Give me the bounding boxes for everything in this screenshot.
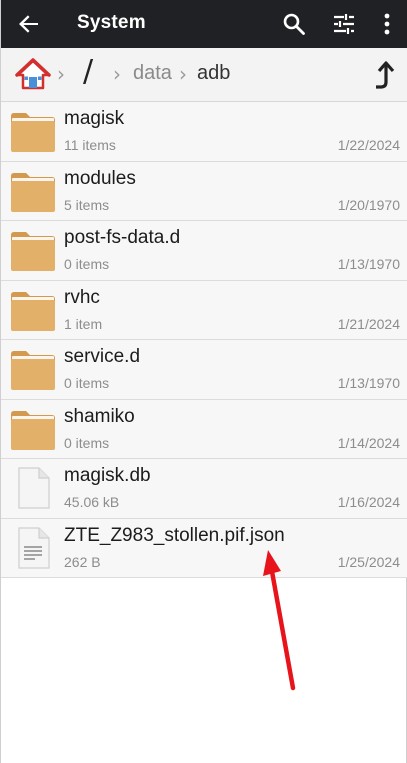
file-date: 1/16/2024 <box>337 494 400 510</box>
file-name: ZTE_Z983_stollen.pif.json <box>64 524 285 546</box>
breadcrumb-separator: › <box>179 62 187 86</box>
list-item[interactable]: service.d 0 items 1/13/1970 <box>1 340 407 400</box>
list-item[interactable]: ZTE_Z983_stollen.pif.json 262 B 1/25/2024 <box>1 518 407 578</box>
folder-icon <box>9 346 57 392</box>
list-item[interactable]: magisk.db 45.06 kB 1/16/2024 <box>1 459 407 519</box>
file-meta: 1 item <box>64 315 103 332</box>
file-date: 1/20/1970 <box>337 196 400 213</box>
file-name: modules <box>64 167 136 189</box>
file-date: 1/14/2024 <box>337 434 400 451</box>
tune-icon[interactable] <box>330 10 358 38</box>
file-icon <box>9 465 57 511</box>
file-meta: 5 items <box>64 196 110 213</box>
breadcrumb-root[interactable]: / <box>83 54 93 89</box>
annotation-arrow <box>263 550 296 691</box>
arrow-up-icon[interactable] <box>371 60 397 90</box>
file-date: 1/25/2024 <box>337 553 400 570</box>
arrow-back-icon[interactable] <box>15 10 43 38</box>
file-name: post-fs-data.d <box>64 227 181 248</box>
list-item[interactable]: rvhc 1 item 1/21/2024 <box>1 280 407 340</box>
text-file-icon <box>9 525 57 571</box>
file-name: magisk <box>64 108 125 129</box>
search-icon[interactable] <box>280 10 308 38</box>
file-name: rvhc <box>64 286 100 308</box>
file-date: 1/13/1970 <box>337 256 400 272</box>
file-meta: 11 items <box>64 137 116 153</box>
folder-icon <box>9 227 57 273</box>
file-meta: 0 items <box>64 256 110 272</box>
file-meta: 0 items <box>64 434 110 451</box>
file-date: 1/22/2024 <box>337 137 400 153</box>
home-icon[interactable] <box>15 58 51 90</box>
breadcrumb-data[interactable]: data <box>133 62 172 85</box>
folder-icon <box>9 406 57 452</box>
file-meta: 262 B <box>64 553 101 570</box>
folder-icon <box>9 168 57 214</box>
file-meta: 45.06 kB <box>64 494 120 510</box>
file-name: service.d <box>64 346 141 367</box>
list-item[interactable]: magisk 11 items 1/22/2024 <box>1 102 407 162</box>
file-name: shamiko <box>64 405 135 427</box>
more-vert-icon[interactable] <box>373 10 401 38</box>
breadcrumb-adb[interactable]: adb <box>197 62 230 85</box>
file-list: magisk 11 items 1/22/2024 modules 5 items 1/… <box>1 102 407 578</box>
list-item[interactable]: shamiko 0 items 1/14/2024 <box>1 399 407 459</box>
app-bar: System <box>1 0 407 48</box>
list-item[interactable]: modules 5 items 1/20/1970 <box>1 161 407 221</box>
breadcrumb: › / › data › adb <box>1 48 407 102</box>
breadcrumb-separator: › <box>57 62 65 86</box>
breadcrumb-separator: › <box>113 62 121 86</box>
file-manager-screen: System › / › data › adb magisk 11 items … <box>0 0 407 763</box>
file-name: magisk.db <box>64 465 151 486</box>
folder-icon <box>9 287 57 333</box>
screen-title: System <box>77 12 146 33</box>
file-date: 1/21/2024 <box>337 315 400 332</box>
file-date: 1/13/1970 <box>337 375 400 391</box>
list-item[interactable]: post-fs-data.d 0 items 1/13/1970 <box>1 221 407 281</box>
folder-icon <box>9 108 57 154</box>
file-meta: 0 items <box>64 375 110 391</box>
